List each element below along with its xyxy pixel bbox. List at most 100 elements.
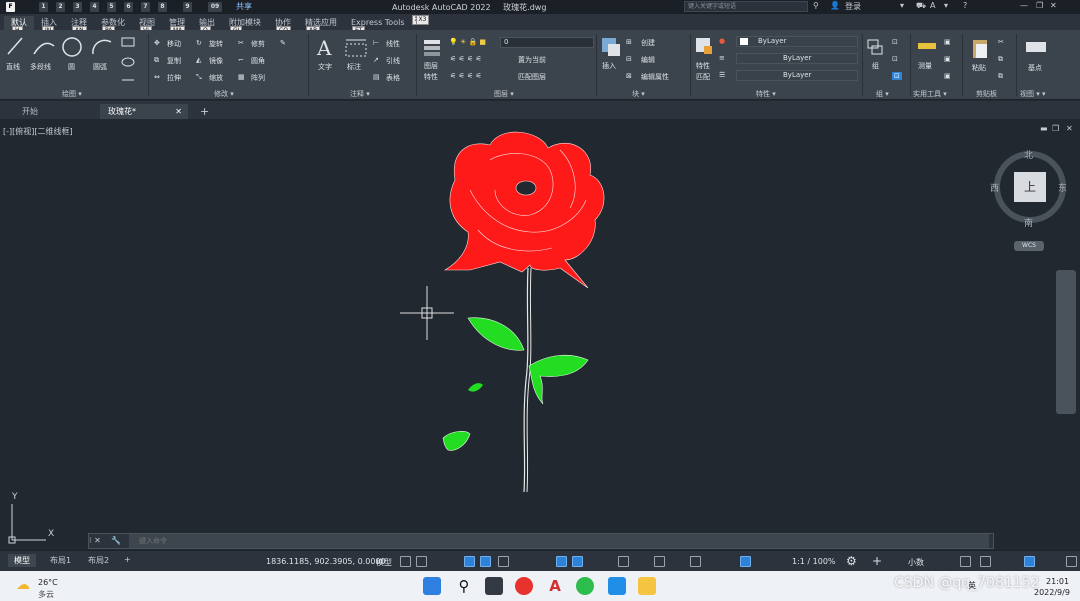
groups-panel-label[interactable]: 组 ▾ (876, 89, 889, 99)
netease-music-icon[interactable] (515, 577, 533, 595)
gizmo-icon[interactable] (690, 556, 701, 567)
share-toggle-icon[interactable]: 9 (183, 1, 192, 12)
group-icon[interactable] (866, 36, 886, 60)
scale-icon[interactable]: ⤡ (196, 73, 202, 82)
exchange-icon[interactable]: ▾ (944, 1, 948, 10)
copy-label[interactable]: 复制 (167, 56, 181, 66)
make-current-label[interactable]: 置为当前 (518, 55, 546, 65)
weather-description[interactable]: 多云 (38, 589, 54, 600)
text-label[interactable]: 文字 (318, 62, 332, 72)
linear-label[interactable]: 线性 (386, 39, 400, 49)
paste-label[interactable]: 粘贴 (972, 63, 986, 73)
create-block-icon[interactable]: ⊞ (626, 38, 632, 46)
drawing-canvas[interactable]: [-][俯视][二维线框] ▬ ❐ ✕ Y X 北 南 东 西 上 WCS (0, 120, 1080, 550)
leader-label[interactable]: 引线 (386, 56, 400, 66)
edit-block-icon[interactable]: ⊟ (626, 55, 632, 63)
copy-icon[interactable]: ⧉ (154, 56, 159, 65)
group-select-icon[interactable]: ⊡ (892, 72, 902, 80)
osnap-icon[interactable] (572, 556, 583, 567)
edit-label[interactable]: 编辑 (641, 55, 655, 65)
arc-icon[interactable] (90, 36, 114, 58)
weather-temperature[interactable]: 26°C (38, 578, 58, 587)
color-dropdown[interactable]: ByLayer (736, 36, 858, 47)
close-icon[interactable]: ✕ (1050, 1, 1057, 10)
base-view-icon[interactable] (1024, 38, 1048, 56)
create-label[interactable]: 创建 (641, 38, 655, 48)
util-1-icon[interactable]: ▣ (944, 38, 951, 46)
login-button[interactable]: 登录 (845, 1, 861, 12)
help-icon[interactable]: A (930, 1, 935, 10)
viewcube-top-face[interactable]: 上 (1014, 172, 1046, 202)
layer-tools-icon[interactable]: ⚟ ⚟ ⚟ ⚟ (450, 55, 482, 63)
move-label[interactable]: 移动 (167, 39, 181, 49)
measure-icon[interactable] (916, 38, 938, 54)
color-wheel-icon[interactable]: ● (719, 37, 725, 45)
rotate-icon[interactable]: ↻ (196, 39, 202, 47)
add-layout-icon[interactable]: + (118, 554, 137, 565)
command-input[interactable] (129, 534, 989, 548)
layers-panel-label[interactable]: 图层 ▾ (494, 89, 514, 99)
text-icon[interactable]: A (317, 36, 331, 60)
match-layer-label[interactable]: 匹配图层 (518, 72, 546, 82)
lineweight-icon[interactable]: ☰ (719, 71, 725, 79)
linear-icon[interactable]: ⊢ (373, 39, 379, 47)
user-icon[interactable]: 👤 (830, 1, 840, 10)
copy-base-icon[interactable]: ⧉ (998, 72, 1003, 81)
cut-icon[interactable]: ✂ (998, 38, 1004, 46)
leader-icon[interactable]: ↗ (373, 56, 379, 64)
wechat-icon[interactable] (576, 577, 594, 595)
linetype-icon[interactable]: ≡ (719, 54, 725, 62)
ortho-icon[interactable] (464, 556, 475, 567)
app-menu-icon[interactable]: F (6, 1, 15, 12)
search-icon[interactable]: ⚲ (813, 1, 819, 10)
undo-icon[interactable]: 7 (141, 1, 150, 12)
cmd-close-icon[interactable]: ⁝ ✕ (89, 536, 101, 545)
group-label[interactable]: 组 (872, 61, 879, 71)
rotate-label[interactable]: 旋转 (209, 39, 223, 49)
viewcube-west[interactable]: 西 (990, 181, 999, 194)
osnap-track-icon[interactable] (556, 556, 567, 567)
array-label[interactable]: 阵列 (251, 73, 265, 83)
weather-icon[interactable]: ☁ (16, 577, 30, 593)
info-icon[interactable]: ? (963, 1, 967, 10)
saveas-icon[interactable]: 4 (90, 1, 99, 12)
tab-annotate[interactable]: 注释AN (64, 16, 94, 36)
util-2-icon[interactable]: ▣ (944, 55, 951, 63)
copy-clip-icon[interactable]: ⧉ (998, 55, 1003, 64)
array-icon[interactable]: ▦ (238, 73, 245, 81)
insert-label[interactable]: 插入 (602, 61, 616, 71)
layer-properties-icon[interactable] (422, 38, 444, 58)
arc-label[interactable]: 圆弧 (93, 62, 107, 72)
move-icon[interactable]: ✥ (154, 39, 160, 47)
redo-icon[interactable]: 8 (158, 1, 167, 12)
edit-attr-icon[interactable]: ⊠ (626, 72, 632, 80)
line-icon[interactable] (6, 36, 24, 56)
match-properties-icon[interactable] (694, 36, 714, 56)
units-dropdown[interactable]: 小数 (908, 557, 924, 568)
model-space-button[interactable]: 模型 (376, 557, 392, 568)
polyline-icon[interactable] (32, 36, 56, 56)
tab-insert[interactable]: 插入IN (34, 16, 64, 36)
ungroup-icon[interactable]: ⊡ (892, 38, 898, 46)
tab-home[interactable]: 默认H (4, 16, 34, 36)
annotation-visibility-icon[interactable] (740, 556, 751, 567)
trim-label[interactable]: 修剪 (251, 39, 265, 49)
new-icon[interactable]: 1 (39, 1, 48, 12)
base-label[interactable]: 基点 (1028, 63, 1042, 73)
mirror-icon[interactable]: ◭ (196, 56, 201, 64)
line-label[interactable]: 直线 (6, 62, 20, 72)
circle-icon[interactable] (60, 36, 84, 58)
tab-manage[interactable]: 管理MA (162, 16, 192, 36)
open-icon[interactable]: 2 (56, 1, 65, 12)
modify-panel-label[interactable]: 修改 ▾ (214, 89, 234, 99)
group-edit-icon[interactable]: ⊡ (892, 55, 898, 63)
customize-icon[interactable] (1066, 556, 1077, 567)
quick-properties-icon[interactable] (960, 556, 971, 567)
dropdown-arrow-icon[interactable]: ▾ (900, 1, 904, 10)
tab-rose-drawing[interactable]: 玫瑰花* ✕ (100, 104, 188, 119)
util-3-icon[interactable]: ▣ (944, 72, 951, 80)
workspace-gear-icon[interactable]: ⚙ (846, 554, 857, 568)
annotation-panel-label[interactable]: 注释 ▾ (350, 89, 370, 99)
layer-props-label-2[interactable]: 特性 (424, 72, 438, 82)
annotation-scale[interactable]: 1:1 / 100% (792, 557, 836, 566)
